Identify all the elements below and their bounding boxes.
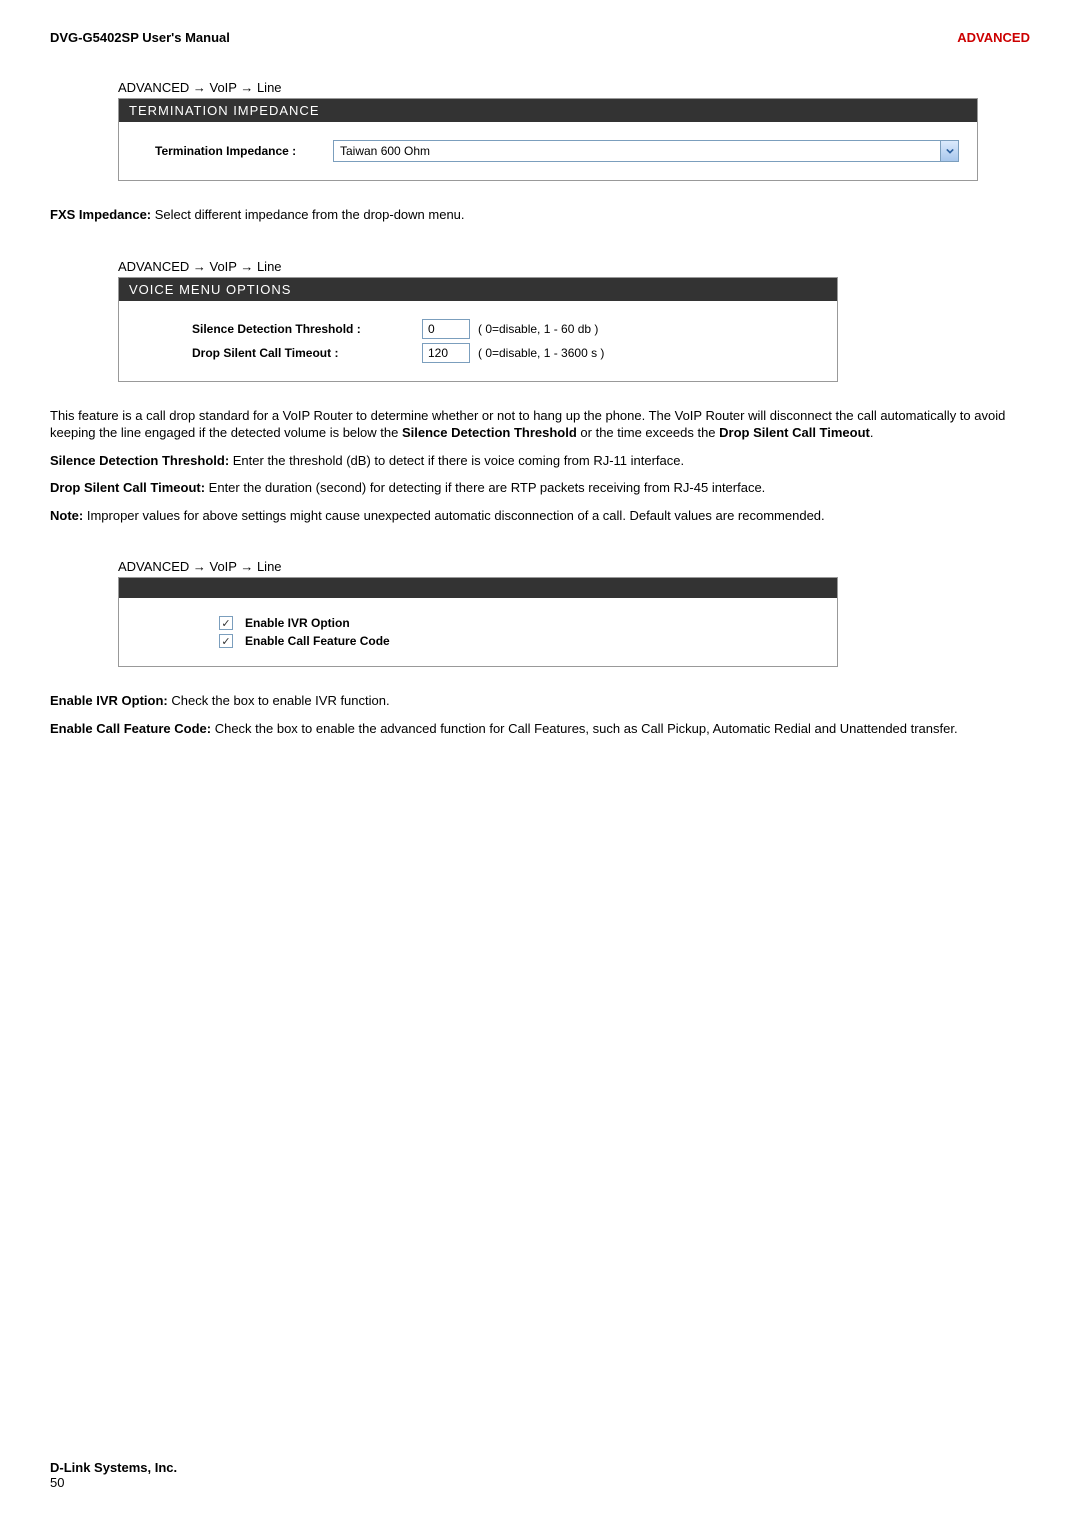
enable-call-feature-checkbox[interactable]: ✓ [219, 634, 233, 648]
ecfc-label: Enable Call Feature Code: [50, 721, 215, 736]
panel-title-voice: VOICE MENU OPTIONS [119, 278, 837, 301]
page-header: DVG-G5402SP User's Manual ADVANCED [50, 30, 1030, 45]
fxs-impedance-body: Select different impedance from the drop… [155, 207, 465, 222]
enable-call-feature-label: Enable Call Feature Code [245, 634, 390, 648]
termination-impedance-value: Taiwan 600 Ohm [334, 144, 940, 158]
checkmark-icon: ✓ [221, 635, 230, 648]
enable-ivr-label: Enable IVR Option [245, 616, 350, 630]
termination-impedance-label: Termination Impedance : [137, 144, 333, 158]
chevron-down-icon [940, 141, 958, 161]
breadcrumb: ADVANCED → VoIP → Line [118, 259, 1030, 274]
sdt-body: Enter the threshold (dB) to detect if th… [233, 453, 684, 468]
header-left: DVG-G5402SP User's Manual [50, 30, 230, 45]
drop-silent-timeout-hint: ( 0=disable, 1 - 3600 s ) [478, 346, 604, 360]
checkmark-icon: ✓ [221, 617, 230, 630]
drop-silent-timeout-label: Drop Silent Call Timeout : [137, 346, 422, 360]
note-text: Note: Improper values for above settings… [50, 507, 1030, 525]
silence-detection-input[interactable] [422, 319, 470, 339]
silence-detection-desc: Silence Detection Threshold: Enter the t… [50, 452, 1030, 470]
fxs-impedance-label: FXS Impedance: [50, 207, 155, 222]
drop-silent-desc: Drop Silent Call Timeout: Enter the dura… [50, 479, 1030, 497]
termination-impedance-panel: TERMINATION IMPEDANCE Termination Impeda… [118, 98, 978, 181]
dsct-label: Drop Silent Call Timeout: [50, 480, 209, 495]
panel-title-blank [119, 578, 837, 598]
enable-ivr-checkbox[interactable]: ✓ [219, 616, 233, 630]
fxs-impedance-text: FXS Impedance: Select different impedanc… [50, 206, 1030, 224]
drop-silent-timeout-input[interactable] [422, 343, 470, 363]
text-bold-sdt: Silence Detection Threshold [402, 425, 577, 440]
enable-ivr-desc: Enable IVR Option: Check the box to enab… [50, 692, 1030, 710]
enable-call-feature-desc: Enable Call Feature Code: Check the box … [50, 720, 1030, 738]
ivr-label: Enable IVR Option: [50, 693, 171, 708]
page-footer: D-Link Systems, Inc. 50 [50, 1460, 177, 1490]
panel-title-termination: TERMINATION IMPEDANCE [119, 99, 977, 122]
silence-detection-hint: ( 0=disable, 1 - 60 db ) [478, 322, 598, 336]
text-bold-dsct: Drop Silent Call Timeout [719, 425, 870, 440]
footer-page: 50 [50, 1475, 177, 1490]
ivr-body: Check the box to enable IVR function. [171, 693, 389, 708]
dsct-body: Enter the duration (second) for detectin… [209, 480, 766, 495]
voice-options-desc: This feature is a call drop standard for… [50, 407, 1030, 442]
note-label: Note: [50, 508, 87, 523]
ecfc-body: Check the box to enable the advanced fun… [215, 721, 958, 736]
voice-menu-options-panel: VOICE MENU OPTIONS Silence Detection Thr… [118, 277, 838, 382]
silence-detection-label: Silence Detection Threshold : [137, 322, 422, 336]
options-panel: ✓ Enable IVR Option ✓ Enable Call Featur… [118, 577, 838, 667]
note-body: Improper values for above settings might… [87, 508, 825, 523]
breadcrumb: ADVANCED → VoIP → Line [118, 80, 1030, 95]
breadcrumb: ADVANCED → VoIP → Line [118, 559, 1030, 574]
sdt-label: Silence Detection Threshold: [50, 453, 233, 468]
text-segment: or the time exceeds the [577, 425, 719, 440]
text-segment: . [870, 425, 874, 440]
footer-company: D-Link Systems, Inc. [50, 1460, 177, 1475]
termination-impedance-select[interactable]: Taiwan 600 Ohm [333, 140, 959, 162]
header-right: ADVANCED [957, 30, 1030, 45]
